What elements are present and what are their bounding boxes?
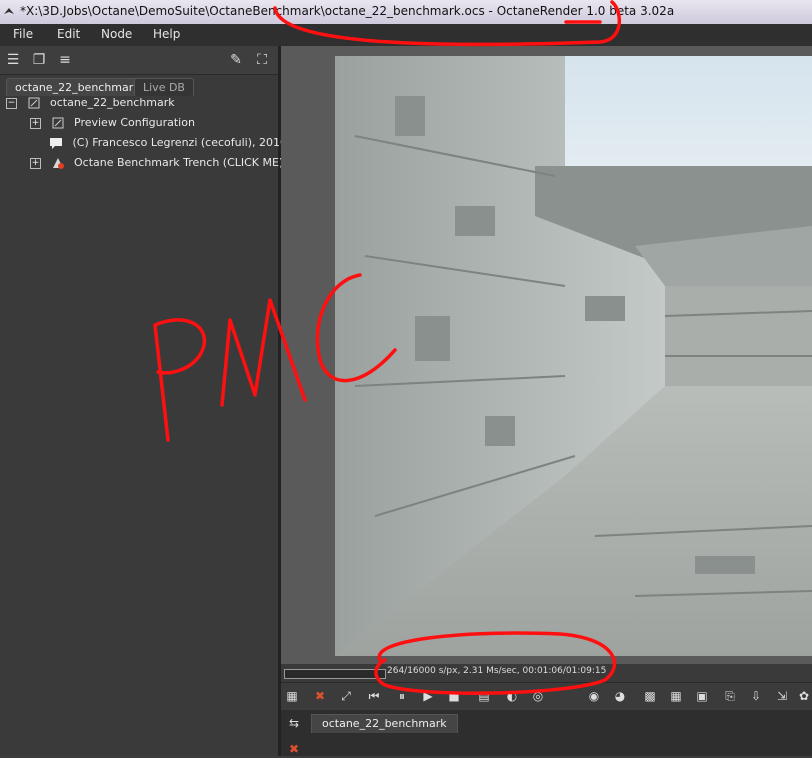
pmc-handwriting: [153, 273, 397, 442]
annotation-overlay: [153, 0, 622, 695]
status-circle: [374, 631, 617, 695]
